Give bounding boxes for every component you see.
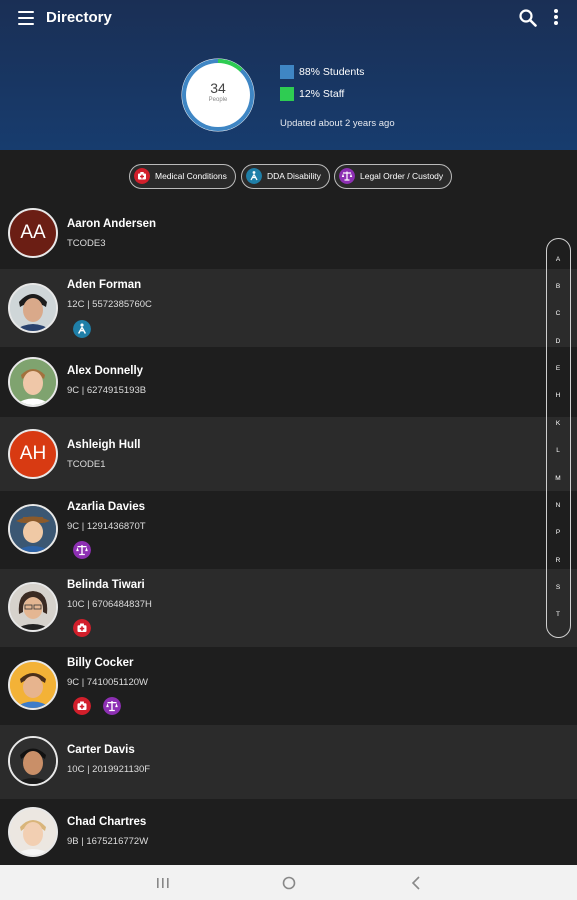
filter-label: DDA Disability: [267, 171, 321, 181]
disability-icon: [73, 320, 91, 338]
index-letter-r[interactable]: R: [547, 557, 569, 564]
disability-icon: [246, 168, 262, 184]
index-letter-t[interactable]: T: [547, 611, 569, 618]
people-count: 34: [210, 80, 226, 96]
directory-screen: Directory 34 People 88% Students 12% Sta…: [0, 0, 577, 900]
top-app-bar: Directory: [0, 0, 577, 36]
person-photo: [10, 809, 56, 855]
more-vertical-icon[interactable]: [553, 9, 559, 27]
person-detail: 9C | 6274915193B: [67, 385, 147, 396]
person-detail: 9B | 1675216772W: [67, 836, 149, 847]
index-letter-l[interactable]: L: [547, 447, 569, 454]
staff-label: 12% Staff: [299, 88, 345, 100]
updated-timestamp: Updated about 2 years ago: [280, 118, 395, 129]
person-detail: 10C | 6706484837H: [67, 599, 152, 610]
avatar: AH: [8, 429, 58, 479]
person-photo: [10, 506, 56, 552]
person-photo: [10, 584, 56, 630]
medical-icon: [73, 697, 91, 715]
person-detail: TCODE1: [67, 459, 106, 470]
person-detail: 9C | 7410051120W: [67, 677, 148, 688]
index-letter-k[interactable]: K: [547, 420, 569, 427]
staff-swatch: [280, 87, 294, 101]
list-item[interactable]: AH Ashleigh Hull TCODE1: [0, 417, 577, 491]
index-letter-d[interactable]: D: [547, 338, 569, 345]
person-detail: 9C | 1291436870T: [67, 521, 146, 532]
students-swatch: [280, 65, 294, 79]
filter-label: Medical Conditions: [155, 171, 227, 181]
search-icon[interactable]: [519, 9, 537, 27]
person-detail: 10C | 2019921130F: [67, 764, 151, 775]
index-letter-a[interactable]: A: [547, 256, 569, 263]
list-item[interactable]: Belinda Tiwari 10C | 6706484837H: [0, 569, 577, 647]
index-letter-m[interactable]: M: [547, 475, 569, 482]
back-icon[interactable]: [410, 876, 422, 890]
avatar: [8, 736, 58, 786]
person-name: Billy Cocker: [67, 657, 134, 669]
avatar: [8, 582, 58, 632]
index-letter-s[interactable]: S: [547, 584, 569, 591]
list-item[interactable]: Carter Davis 10C | 2019921130F: [0, 725, 577, 799]
person-photo: [10, 359, 56, 405]
person-name: Belinda Tiwari: [67, 579, 145, 591]
avatar: [8, 283, 58, 333]
alphabet-index-scroller[interactable]: A B C D E H K L M N P R S T: [546, 238, 571, 638]
person-photo: [10, 662, 56, 708]
person-name: Aden Forman: [67, 279, 142, 291]
index-letter-c[interactable]: C: [547, 310, 569, 317]
donut-center: 34 People: [186, 63, 250, 127]
legal-icon: [73, 541, 91, 559]
avatar: [8, 660, 58, 710]
list-item[interactable]: Chad Chartres 9B | 1675216772W: [0, 799, 577, 865]
person-name: Azarlia Davies: [67, 501, 145, 513]
legal-icon: [339, 168, 355, 184]
people-list: AA Aaron Andersen TCODE3 Aden Forman 12C…: [0, 201, 577, 865]
avatar: [8, 504, 58, 554]
home-icon[interactable]: [282, 876, 296, 890]
list-item[interactable]: Aden Forman 12C | 5572385760C: [0, 269, 577, 347]
system-navigation-bar: [0, 865, 577, 900]
page-title: Directory: [46, 9, 112, 26]
person-photo: [10, 285, 56, 331]
medical-icon: [134, 168, 150, 184]
person-photo: [10, 738, 56, 784]
index-letter-e[interactable]: E: [547, 365, 569, 372]
person-detail: 12C | 5572385760C: [67, 299, 152, 310]
filter-label: Legal Order / Custody: [360, 171, 444, 181]
students-label: 88% Students: [299, 66, 365, 78]
filter-medical-conditions[interactable]: Medical Conditions: [129, 164, 236, 189]
header: Directory 34 People 88% Students 12% Sta…: [0, 0, 577, 150]
person-name: Aaron Andersen: [67, 218, 157, 230]
person-name: Carter Davis: [67, 744, 135, 756]
filter-legal-order-custody[interactable]: Legal Order / Custody: [334, 164, 453, 189]
avatar: [8, 357, 58, 407]
filter-dda-disability[interactable]: DDA Disability: [241, 164, 330, 189]
filter-chips: Medical Conditions DDA Disability Legal …: [0, 150, 577, 201]
medical-icon: [73, 619, 91, 637]
list-item[interactable]: Alex Donnelly 9C | 6274915193B: [0, 347, 577, 417]
list-item[interactable]: Billy Cocker 9C | 7410051120W: [0, 647, 577, 725]
person-name: Chad Chartres: [67, 816, 147, 828]
recent-apps-icon[interactable]: [156, 877, 170, 889]
index-letter-p[interactable]: P: [547, 529, 569, 536]
list-item[interactable]: Azarlia Davies 9C | 1291436870T: [0, 491, 577, 569]
person-name: Alex Donnelly: [67, 365, 144, 377]
hamburger-menu-icon[interactable]: [18, 11, 34, 25]
avatar: [8, 807, 58, 857]
index-letter-n[interactable]: N: [547, 502, 569, 509]
index-letter-h[interactable]: H: [547, 392, 569, 399]
avatar: AA: [8, 208, 58, 258]
person-name: Ashleigh Hull: [67, 439, 141, 451]
index-letter-b[interactable]: B: [547, 283, 569, 290]
people-count-label: People: [208, 97, 228, 103]
list-item[interactable]: AA Aaron Andersen TCODE3: [0, 201, 577, 269]
person-detail: TCODE3: [67, 238, 106, 249]
legal-icon: [103, 697, 121, 715]
